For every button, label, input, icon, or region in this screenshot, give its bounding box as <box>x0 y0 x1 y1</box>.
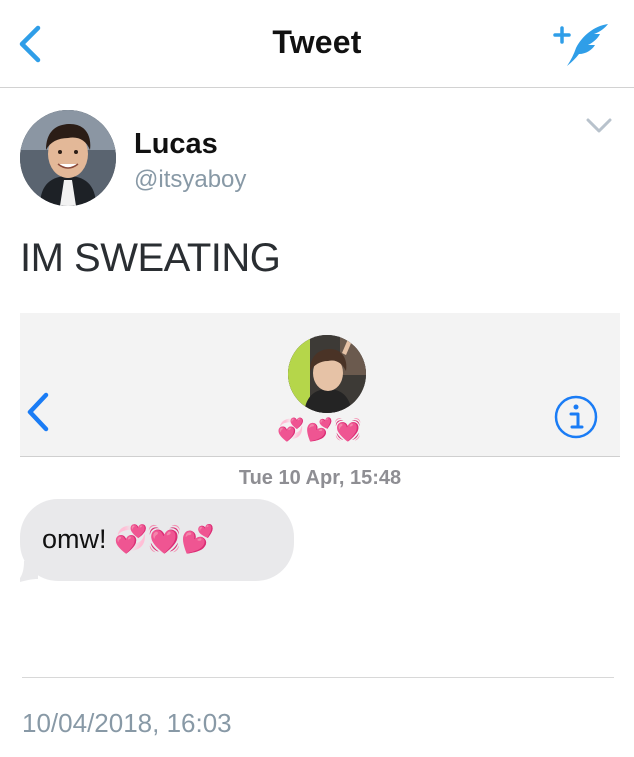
info-icon <box>554 395 598 439</box>
messages-header: 💞💕💓 <box>20 313 620 457</box>
compose-tweet-button[interactable] <box>550 18 612 70</box>
page-title: Tweet <box>272 24 362 60</box>
author-avatar[interactable] <box>20 110 116 206</box>
contact-photo <box>288 335 366 413</box>
attached-image[interactable]: 💞💕💓 Tue 10 Apr, 15:48 omw! 💞💓💕 <box>20 313 620 593</box>
message-bubble: omw! 💞💓💕 <box>20 499 294 581</box>
contact-info-icon <box>552 393 600 441</box>
bubble-tail <box>20 561 38 582</box>
tweet-menu-button[interactable] <box>584 114 614 138</box>
tweet-author: Lucas @itsyaboy <box>20 110 620 206</box>
message-text: omw! 💞💓💕 <box>42 524 215 554</box>
author-photo <box>20 110 116 206</box>
navigation-bar: Tweet <box>0 0 634 88</box>
contact-name: 💞💕💓 <box>277 417 363 442</box>
contact-avatar <box>288 335 366 413</box>
author-name[interactable]: Lucas <box>134 128 218 161</box>
message-timestamp: Tue 10 Apr, 15:48 <box>238 467 402 489</box>
tweet-text: IM SWEATING <box>20 236 281 280</box>
divider <box>22 677 614 678</box>
compose-quill-icon <box>553 24 608 66</box>
chevron-down-icon <box>586 118 612 133</box>
tweet-timestamp: 10/04/2018, 16:03 <box>22 708 232 738</box>
author-handle[interactable]: @itsyaboy <box>134 166 246 194</box>
